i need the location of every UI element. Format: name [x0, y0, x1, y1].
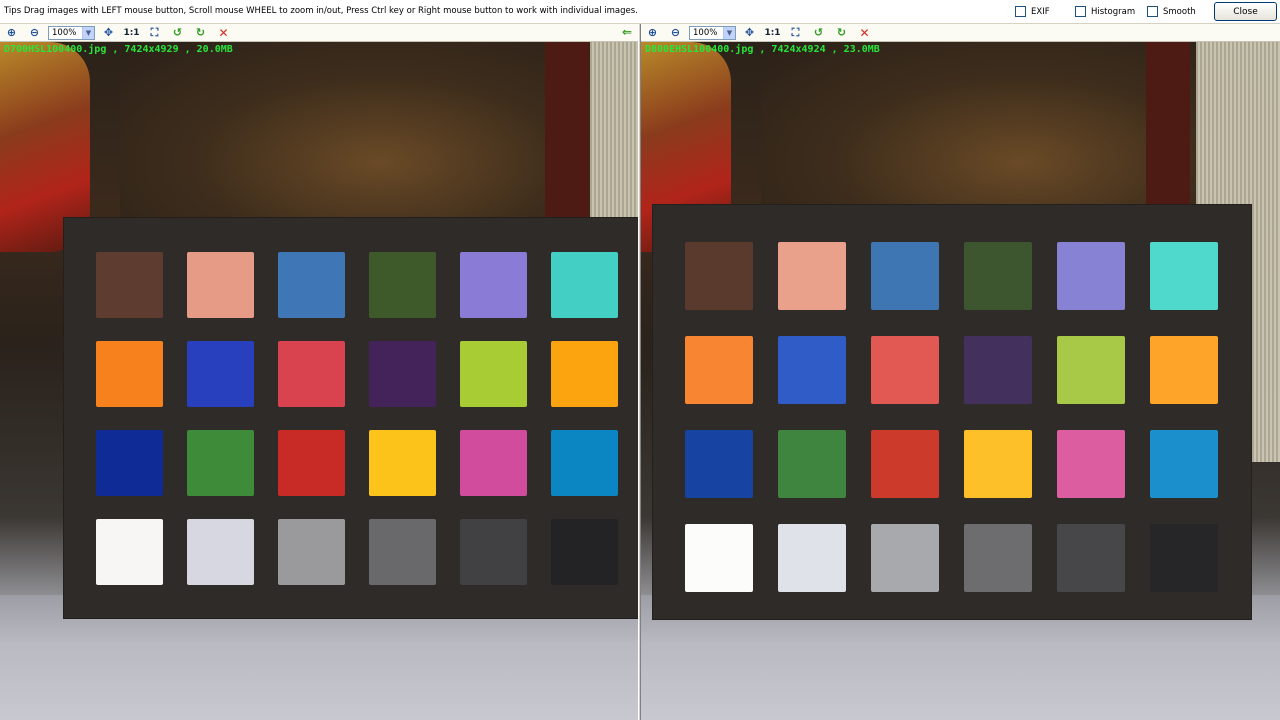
color-patch: [278, 519, 345, 585]
color-patch: [369, 519, 436, 585]
color-patch: [1150, 524, 1218, 592]
actual-size-button[interactable]: 1:1: [120, 25, 143, 41]
smooth-checkbox[interactable]: Smooth: [1147, 6, 1196, 17]
color-patch: [551, 252, 618, 318]
zoom-out-icon[interactable]: ⊖: [664, 25, 687, 41]
left-image-viewport[interactable]: D700HSL100400.jpg , 7424x4929 , 20.0MB: [0, 42, 638, 720]
right-toolbar: ⊕ ⊖ 100% ▼ ✥ 1:1 ⛶ ↺ ↻ ✕: [641, 24, 1280, 42]
close-button[interactable]: Close: [1214, 2, 1277, 21]
color-patch: [551, 430, 618, 496]
file-info: D800EHSL100400.jpg , 7424x4924 , 23.0MB: [645, 44, 880, 55]
color-patch: [187, 252, 254, 318]
histogram-label: Histogram: [1091, 6, 1136, 17]
color-patch: [187, 341, 254, 407]
color-patch: [278, 341, 345, 407]
color-patch: [460, 430, 527, 496]
zoom-select[interactable]: 100% ▼: [48, 25, 95, 40]
color-patch: [551, 519, 618, 585]
left-toolbar: ⊕ ⊖ 100% ▼ ✥ 1:1 ⛶ ↺ ↻ ✕ ⇐: [0, 24, 638, 42]
color-patch: [551, 341, 618, 407]
color-patch: [964, 242, 1032, 310]
rotate-left-icon[interactable]: ↺: [166, 25, 189, 41]
color-patch: [778, 336, 846, 404]
color-patch: [685, 242, 753, 310]
color-patch: [685, 524, 753, 592]
zoom-value: 100%: [693, 27, 718, 38]
rotate-right-icon[interactable]: ↻: [830, 25, 853, 41]
color-patch: [96, 252, 163, 318]
color-patch: [460, 252, 527, 318]
color-patch: [1057, 430, 1125, 498]
exif-checkbox-box[interactable]: [1015, 6, 1026, 17]
color-patch: [778, 242, 846, 310]
right-image-viewport[interactable]: D800EHSL100400.jpg , 7424x4924 , 23.0MB: [641, 42, 1280, 720]
color-patch: [1057, 336, 1125, 404]
right-image-pane[interactable]: ⊕ ⊖ 100% ▼ ✥ 1:1 ⛶ ↺ ↻ ✕ D800EHSL100400.…: [641, 24, 1280, 720]
color-patch: [871, 242, 939, 310]
color-patch: [187, 519, 254, 585]
histogram-checkbox[interactable]: Histogram: [1075, 6, 1135, 17]
fit-center-icon[interactable]: ✥: [97, 25, 120, 41]
close-image-icon[interactable]: ✕: [853, 25, 876, 41]
color-patch: [685, 336, 753, 404]
color-patch: [1057, 242, 1125, 310]
color-patch: [278, 252, 345, 318]
zoom-in-icon[interactable]: ⊕: [641, 25, 664, 41]
smooth-label: Smooth: [1163, 6, 1196, 17]
color-patch: [871, 524, 939, 592]
color-patch: [964, 524, 1032, 592]
color-patch: [460, 341, 527, 407]
zoom-out-icon[interactable]: ⊖: [23, 25, 46, 41]
tips-bar: Tips Drag images with LEFT mouse button,…: [0, 0, 1280, 24]
zoom-select[interactable]: 100% ▼: [689, 25, 736, 40]
color-patch: [685, 430, 753, 498]
color-patch: [96, 341, 163, 407]
color-checker-chart: [64, 218, 638, 618]
zoom-in-icon[interactable]: ⊕: [0, 25, 23, 41]
sync-arrow-icon[interactable]: ⇐: [622, 25, 632, 39]
color-patch: [1150, 430, 1218, 498]
rotate-right-icon[interactable]: ↻: [189, 25, 212, 41]
tips-text: Tips Drag images with LEFT mouse button,…: [4, 6, 638, 16]
fit-window-icon[interactable]: ⛶: [143, 25, 166, 41]
file-info: D700HSL100400.jpg , 7424x4929 , 20.0MB: [4, 44, 233, 55]
rotate-left-icon[interactable]: ↺: [807, 25, 830, 41]
chevron-down-icon[interactable]: ▼: [723, 26, 735, 39]
histogram-checkbox-box[interactable]: [1075, 6, 1086, 17]
color-patch: [460, 519, 527, 585]
zoom-value: 100%: [52, 27, 77, 38]
color-patch: [96, 519, 163, 585]
left-image-pane[interactable]: ⊕ ⊖ 100% ▼ ✥ 1:1 ⛶ ↺ ↻ ✕ ⇐ D700HSL100400…: [0, 24, 638, 720]
color-patch: [778, 524, 846, 592]
color-patch: [964, 430, 1032, 498]
color-patch: [1057, 524, 1125, 592]
color-patch: [871, 336, 939, 404]
color-patch: [871, 430, 939, 498]
color-patch: [778, 430, 846, 498]
color-patch: [369, 430, 436, 496]
close-image-icon[interactable]: ✕: [212, 25, 235, 41]
color-patch: [278, 430, 345, 496]
smooth-checkbox-box[interactable]: [1147, 6, 1158, 17]
exif-checkbox[interactable]: EXIF: [1015, 6, 1050, 17]
fit-window-icon[interactable]: ⛶: [784, 25, 807, 41]
color-patch: [1150, 242, 1218, 310]
color-patch: [964, 336, 1032, 404]
color-patch: [1150, 336, 1218, 404]
color-patch: [369, 252, 436, 318]
color-patch: [96, 430, 163, 496]
color-patch: [369, 341, 436, 407]
actual-size-button[interactable]: 1:1: [761, 25, 784, 41]
exif-label: EXIF: [1031, 6, 1050, 17]
fit-center-icon[interactable]: ✥: [738, 25, 761, 41]
color-checker-chart: [653, 205, 1251, 619]
chevron-down-icon[interactable]: ▼: [82, 26, 94, 39]
color-patch: [187, 430, 254, 496]
